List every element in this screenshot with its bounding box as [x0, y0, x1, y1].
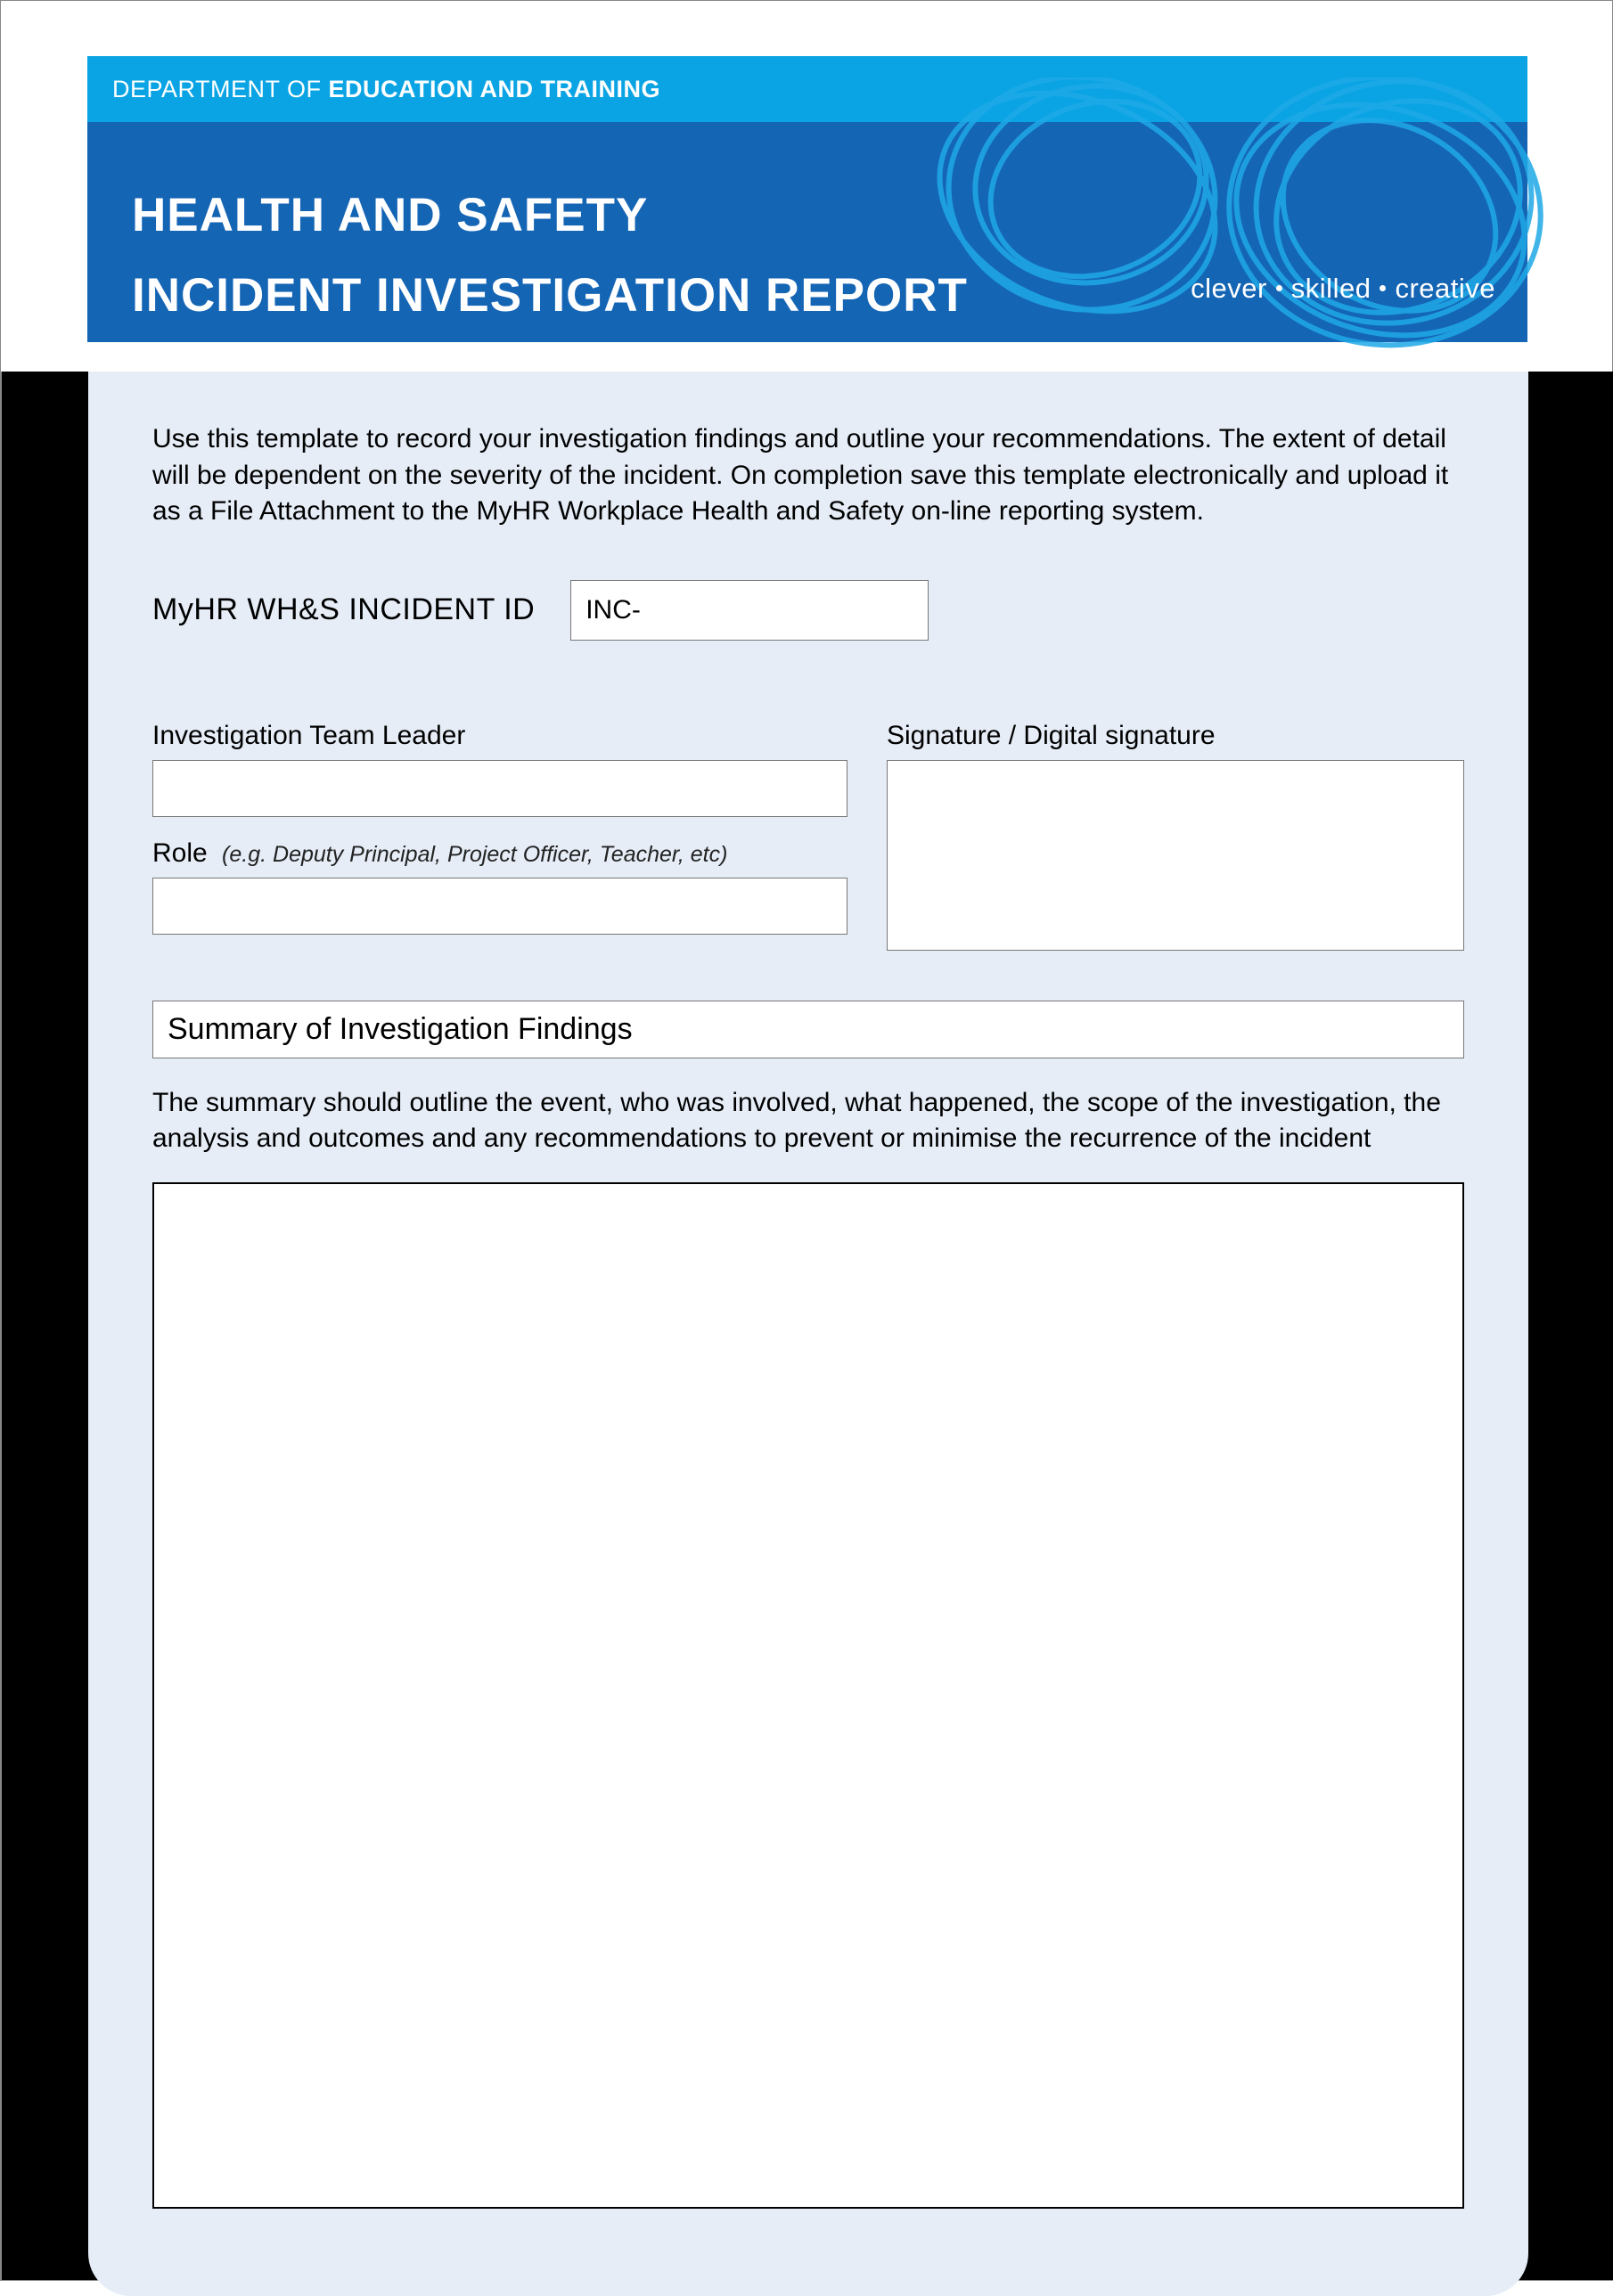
incident-id-row: MyHR WH&S INCIDENT ID	[152, 580, 1464, 641]
signature-box[interactable]	[887, 760, 1464, 951]
role-label-row: Role (e.g. Deputy Principal, Project Off…	[152, 838, 847, 869]
content-panel: Use this template to record your investi…	[88, 372, 1528, 2296]
banner-tagline: clever skilled creative	[1191, 273, 1495, 305]
leader-signature-row: Investigation Team Leader Role (e.g. Dep…	[152, 721, 1464, 951]
leader-column: Investigation Team Leader Role (e.g. Dep…	[152, 721, 847, 951]
role-input[interactable]	[152, 878, 847, 935]
role-hint: (e.g. Deputy Principal, Project Officer,…	[215, 842, 727, 867]
tag-skilled: skilled	[1291, 273, 1371, 304]
bullet-icon	[1380, 285, 1386, 291]
department-prefix: DEPARTMENT OF	[112, 76, 329, 102]
incident-id-input[interactable]	[570, 580, 929, 641]
summary-heading: Summary of Investigation Findings	[152, 1001, 1464, 1058]
title-line-2: INCIDENT INVESTIGATION REPORT	[132, 269, 968, 322]
incident-id-label: MyHR WH&S INCIDENT ID	[152, 592, 535, 627]
swirl-art-icon	[868, 78, 1554, 389]
summary-textarea[interactable]	[152, 1182, 1464, 2209]
signature-label: Signature / Digital signature	[887, 721, 1464, 751]
leader-label: Investigation Team Leader	[152, 721, 847, 751]
tag-clever: clever	[1191, 273, 1267, 304]
summary-helper: The summary should outline the event, wh…	[152, 1085, 1464, 1157]
intro-text: Use this template to record your investi…	[152, 421, 1464, 530]
department-strip: DEPARTMENT OF EDUCATION AND TRAINING	[87, 56, 1527, 122]
banner-main: HEALTH AND SAFETY INCIDENT INVESTIGATION…	[87, 122, 1527, 342]
banner-title: HEALTH AND SAFETY INCIDENT INVESTIGATION…	[132, 176, 968, 336]
department-bold: EDUCATION AND TRAINING	[329, 76, 660, 102]
department-name: DEPARTMENT OF EDUCATION AND TRAINING	[112, 76, 660, 103]
leader-input[interactable]	[152, 760, 847, 817]
black-frame: Use this template to record your investi…	[1, 372, 1613, 2281]
page: DEPARTMENT OF EDUCATION AND TRAINING	[0, 0, 1613, 2281]
tag-creative: creative	[1395, 273, 1495, 304]
title-line-1: HEALTH AND SAFETY	[132, 189, 648, 241]
role-label: Role	[152, 838, 208, 868]
bullet-icon	[1276, 285, 1282, 291]
header-banner: DEPARTMENT OF EDUCATION AND TRAINING	[87, 56, 1527, 342]
signature-column: Signature / Digital signature	[887, 721, 1464, 951]
